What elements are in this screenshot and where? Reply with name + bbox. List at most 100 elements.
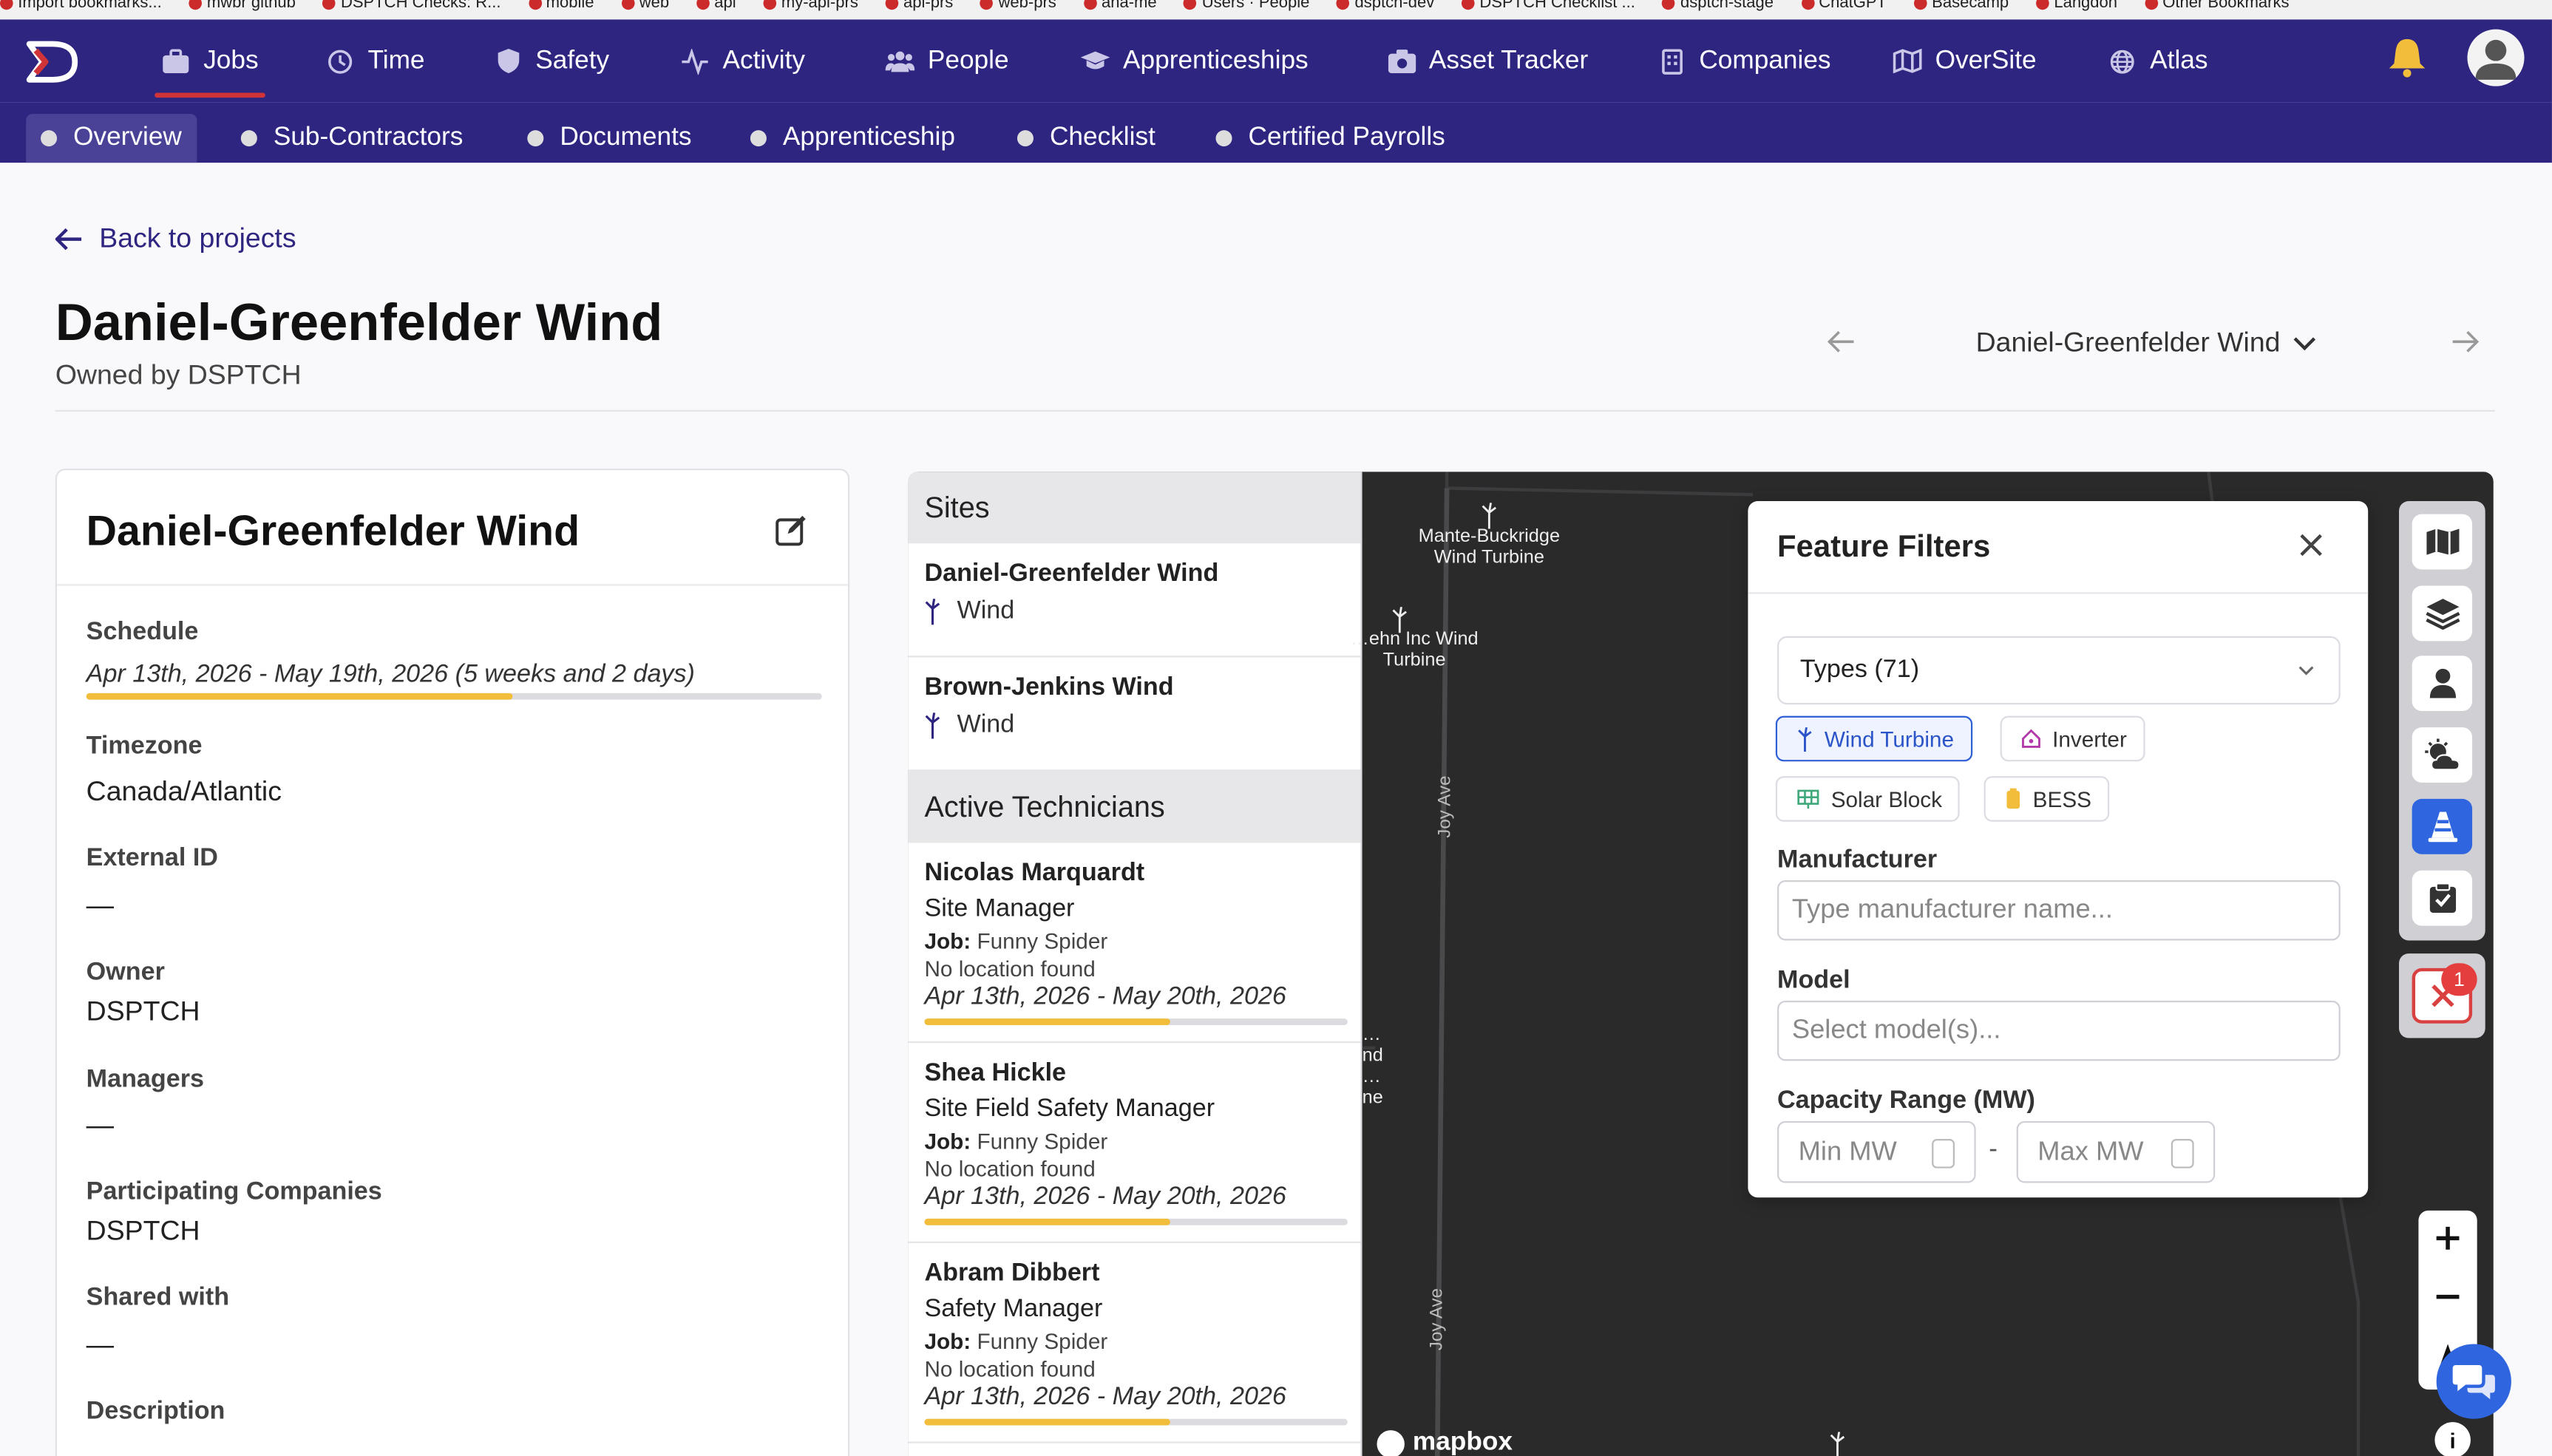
road-label: Joy Ave [1427,1287,1448,1351]
types-select-label: Types (71) [1799,656,1920,684]
nav-activity-label: Activity [722,46,806,75]
nav-safety[interactable]: Safety [493,19,609,102]
bookmark-item[interactable]: my-api-prs [763,0,858,12]
bookmark-item[interactable]: api-prs [885,0,953,12]
briefcase-icon [161,47,191,76]
bell-icon[interactable] [2386,35,2428,78]
edit-icon[interactable] [775,514,807,547]
description-label: Description [86,1398,225,1426]
bookmark-item[interactable]: dsptch-stage [1662,0,1774,12]
technician-name: Nicolas Marquardt [924,859,1145,887]
nav-asset-tracker[interactable]: Asset Tracker [1387,19,1588,102]
chip-wind-turbine[interactable]: Wind Turbine [1775,715,1972,762]
wind-turbine-marker-icon[interactable] [1481,503,1497,529]
nav-companies[interactable]: Companies [1657,19,1831,102]
map-view-button[interactable] [2412,514,2473,570]
bookmark-item[interactable]: mwbr github [189,0,296,12]
manufacturer-input[interactable]: Type manufacturer name... [1777,880,2341,941]
model-label: Model [1777,966,1850,995]
tab-documents[interactable]: Documents [512,114,706,163]
tab-checklist[interactable]: Checklist [1002,114,1170,163]
bookmark-item[interactable]: DSPTCH Checks: R... [322,0,501,12]
chat-button[interactable] [2436,1344,2511,1419]
max-mw-input[interactable]: Max MW [2016,1120,2216,1183]
mapbox-label: mapbox [1412,1428,1513,1456]
checklist-button[interactable] [2412,870,2473,926]
technician-item[interactable]: Abram Dibbert Safety Manager Job: Funny … [908,1243,1361,1443]
schedule-progress-fill [86,693,513,700]
nav-time[interactable]: Time [325,19,425,102]
tab-certified-payrolls[interactable]: Certified Payrolls [1201,114,1460,163]
bookmark-item[interactable]: ana-me [1083,0,1157,12]
technician-progress-fill [924,1418,1170,1426]
min-mw-input[interactable]: Min MW [1777,1120,1976,1183]
bookmark-item[interactable]: dsptch-dev [1337,0,1434,12]
model-select[interactable]: Select model(s)... [1777,1000,2341,1061]
site-item[interactable]: Daniel-Greenfelder Wind Wind [908,543,1361,658]
tab-overview[interactable]: Overview [26,114,197,163]
bookmark-item[interactable]: web [621,0,669,12]
nav-oversite[interactable]: OverSite [1893,19,2037,102]
safety-cone-button[interactable] [2412,798,2473,854]
technician-role: Safety Manager [924,1295,1103,1323]
wind-turbine-marker-icon[interactable] [1829,1432,1845,1456]
bookmark-item[interactable]: web-prs [980,0,1056,12]
project-selector[interactable]: Daniel-Greenfelder Wind [1976,327,2316,360]
chip-solar-block[interactable]: Solar Block [1775,776,1961,822]
technician-item[interactable]: Shea Hickle Site Field Safety Manager Jo… [908,1043,1361,1243]
tab-sub-contractors[interactable]: Sub-Contractors [226,114,478,163]
nav-activity[interactable]: Activity [680,19,805,102]
bookmark-item[interactable]: Basecamp [1913,0,2009,12]
layers-button[interactable] [2412,585,2473,642]
nav-apprenticeships[interactable]: Apprenticeships [1080,19,1309,102]
bookmark-item[interactable]: api [696,0,736,12]
bookmark-item[interactable]: mobile [528,0,594,12]
types-select[interactable]: Types (71) [1777,636,2341,705]
next-project-icon[interactable] [2449,325,2482,358]
arrow-left-icon [55,228,82,251]
tab-apprenticeship[interactable]: Apprenticeship [736,114,970,163]
bookmark-item[interactable]: Import bookmarks... [0,0,162,12]
previous-project-icon[interactable] [1825,325,1857,358]
clock-icon [325,47,355,76]
technician-role: Site Field Safety Manager [924,1095,1215,1123]
nav-people[interactable]: People [885,19,1009,102]
stepper-icon[interactable] [1932,1139,1955,1168]
nav-atlas-label: Atlas [2150,46,2208,75]
site-name: Brown-Jenkins Wind [924,673,1174,701]
technician-progress-bar [924,1218,1348,1225]
battery-icon [2006,788,2020,809]
header-divider [55,409,2495,412]
nav-atlas[interactable]: Atlas [2108,19,2208,102]
close-icon[interactable] [2298,532,2324,558]
bookmark-item[interactable]: DSPTCH Checklist ... [1462,0,1635,12]
bookmark-item[interactable]: Other Bookmarks [2144,0,2290,12]
bookmarks-bar: Import bookmarks... mwbr github DSPTCH C… [0,0,2552,20]
technician-item[interactable]: Nicolas Marquardt Site Manager Job: Funn… [908,843,1361,1044]
back-to-projects-link[interactable]: Back to projects [55,223,296,256]
dsptch-logo-icon[interactable] [26,41,84,83]
bookmark-item[interactable]: Users · People [1184,0,1309,12]
nav-jobs[interactable]: Jobs [155,19,265,102]
technician-dates: Apr 13th, 2026 - May 20th, 2026 [924,982,1286,1011]
technician-dates: Apr 13th, 2026 - May 20th, 2026 [924,1383,1286,1411]
nav-jobs-label: Jobs [203,46,259,75]
chip-inverter[interactable]: Inverter [2000,715,2145,762]
site-item[interactable]: Brown-Jenkins Wind Wind [908,657,1361,772]
external-id-value: — [86,890,115,922]
info-icon[interactable]: i [2434,1422,2471,1456]
participating-companies-value: DSPTCH [86,1215,200,1247]
nav-companies-label: Companies [1699,46,1831,75]
owner-label: Owner [86,958,165,987]
bookmark-item[interactable]: ChatGPT [1800,0,1887,12]
chip-bess[interactable]: BESS [1983,776,2110,822]
zoom-in-button[interactable] [2418,1211,2477,1266]
people-layer-button[interactable] [2412,656,2473,712]
avatar[interactable] [2467,29,2525,86]
participating-companies-label: Participating Companies [86,1177,382,1206]
stepper-icon[interactable] [2171,1139,2194,1168]
zoom-out-button[interactable] [2418,1269,2477,1324]
weather-button[interactable] [2412,727,2473,783]
bookmark-item[interactable]: Langdon [2036,0,2117,12]
globe-icon [2108,47,2137,76]
